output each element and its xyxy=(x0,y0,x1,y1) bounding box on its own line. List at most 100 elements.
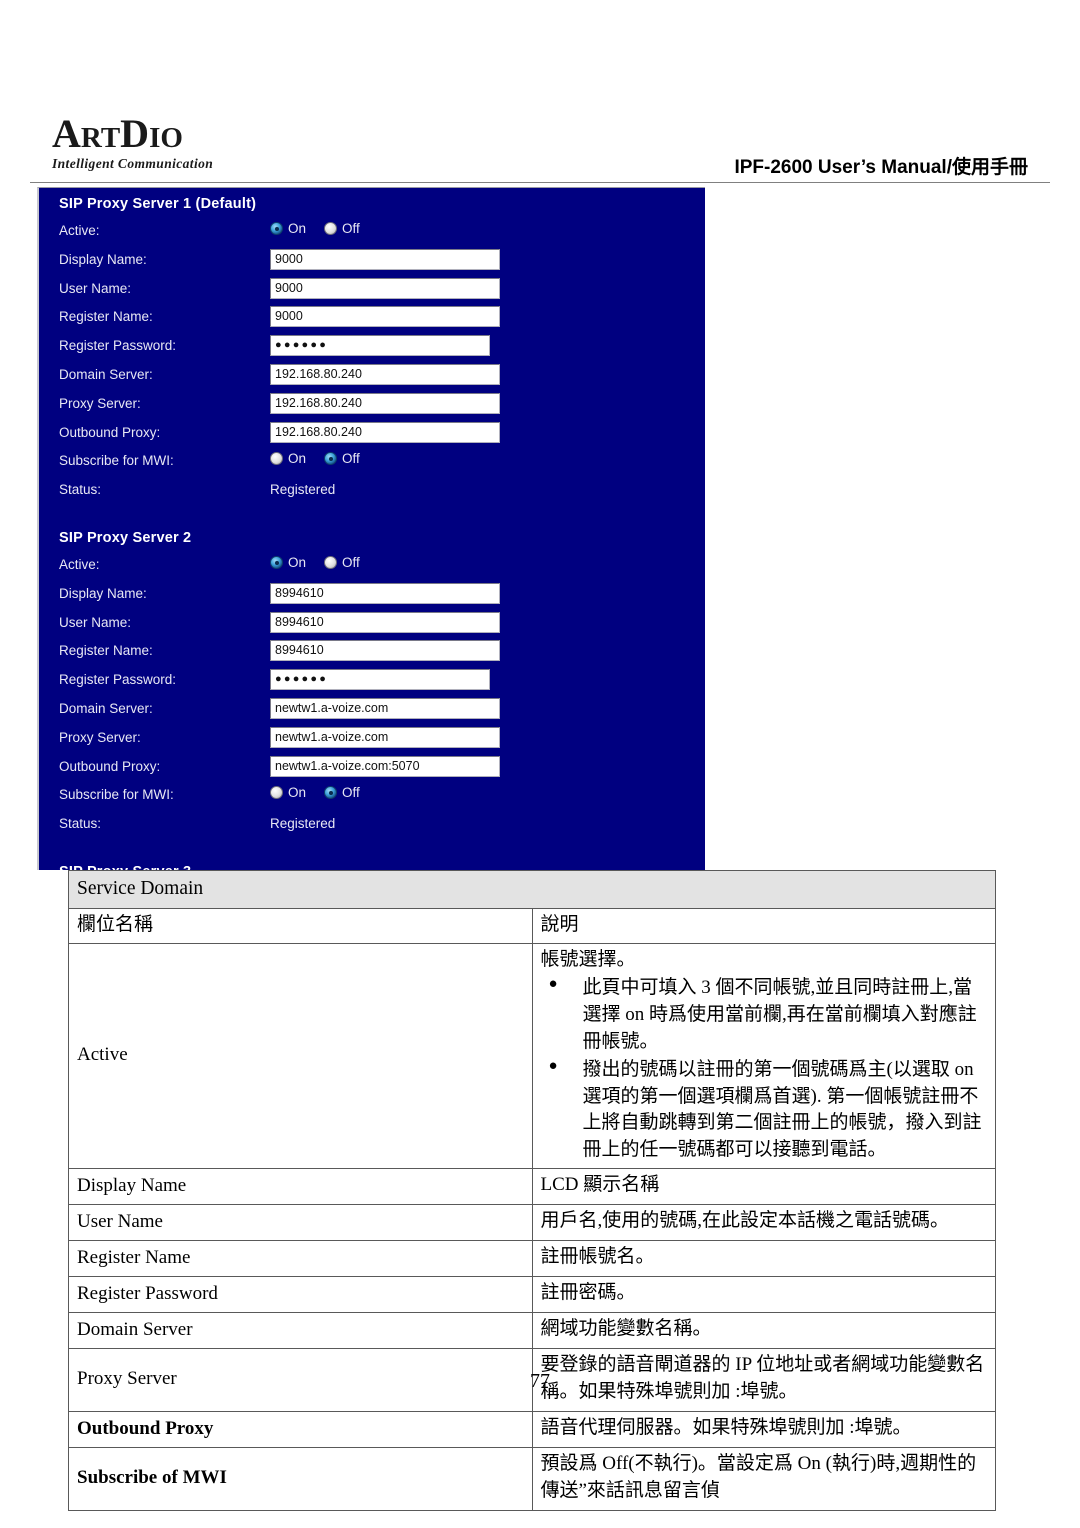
form-row: Proxy Server: 192.168.80.240 xyxy=(59,392,699,422)
radio-option-off[interactable]: Off xyxy=(324,451,360,466)
field-description-cell: 註冊密碼。 xyxy=(531,1276,996,1314)
radio-group: On Off xyxy=(270,451,378,466)
form-row: Subscribe for MWI: On Off xyxy=(59,450,699,479)
description-text: 語音代理伺服器。如果特殊埠號則加 :埠號。 xyxy=(540,1417,912,1439)
radio-button-icon[interactable] xyxy=(270,786,283,800)
form-row: Outbound Proxy: newtw1.a-voize.com:5070 xyxy=(59,755,699,785)
text-input[interactable]: 8994610 xyxy=(270,640,500,662)
field-name-cell: Outbound Proxy xyxy=(68,1411,533,1449)
radio-button-icon[interactable] xyxy=(324,222,338,235)
section-title-2: SIP Proxy Server 2 xyxy=(59,530,192,546)
description-text: LCD 顯示名稱 xyxy=(540,1174,660,1196)
manual-title: IPF-2600 User’s Manual/使用手冊 xyxy=(734,157,1028,178)
field-name-cell: Display Name xyxy=(68,1168,533,1206)
form-row: Active: On Off xyxy=(59,220,699,249)
field-label: Status: xyxy=(59,816,102,832)
text-input[interactable]: 9000 xyxy=(270,248,500,270)
table-caption-row: Service Domain xyxy=(68,870,996,909)
logo-letters-io: IO xyxy=(149,122,183,154)
radio-option-label: On xyxy=(288,221,307,236)
description-text: 用戶名,使用的號碼,在此設定本話機之電話號碼。 xyxy=(540,1210,950,1232)
sip-config-panel: SIP Proxy Server 1 (Default) Active: On Off… xyxy=(39,188,705,870)
radio-button-icon[interactable] xyxy=(324,556,338,569)
service-domain-description-table: Service Domain欄位名稱說明Active帳號選擇。此頁中可填入 3 … xyxy=(68,870,996,1512)
column-header-description: 說明 xyxy=(531,907,996,944)
field-label: Proxy Server: xyxy=(59,395,141,411)
table-row: Register Password 註冊密碼。 xyxy=(68,1276,996,1314)
radio-button-icon[interactable] xyxy=(324,452,338,466)
radio-option-on[interactable]: On xyxy=(270,555,306,570)
text-input[interactable]: newtw1.a-voize.com:5070 xyxy=(270,755,500,777)
table-header-row: 欄位名稱 說明 xyxy=(68,907,996,944)
field-label: Active: xyxy=(59,223,100,238)
text-input[interactable]: 192.168.80.240 xyxy=(270,421,500,443)
radio-option-off[interactable]: Off xyxy=(324,785,360,800)
text-input[interactable]: 192.168.80.240 xyxy=(270,364,500,385)
status-value: Registered xyxy=(270,482,336,498)
field-label: Display Name: xyxy=(59,251,147,267)
form-row: Register Password: ●●●●●● xyxy=(59,335,699,364)
text-input[interactable]: newtw1.a-voize.com xyxy=(270,726,500,748)
field-label: User Name: xyxy=(59,614,132,630)
field-description-cell: 網域功能變數名稱。 xyxy=(531,1312,996,1350)
field-label: Register Password: xyxy=(59,672,177,688)
page-number: 77 xyxy=(530,1370,550,1392)
field-description-cell: 用戶名,使用的號碼,在此設定本話機之電話號碼。 xyxy=(531,1204,996,1242)
field-label: Subscribe for MWI: xyxy=(59,453,174,469)
text-input[interactable]: 8994610 xyxy=(270,582,500,604)
description-text: 註冊帳號名。 xyxy=(540,1246,655,1268)
form-row: Register Name: 9000 xyxy=(59,306,699,335)
text-input[interactable]: 8994610 xyxy=(270,611,500,633)
field-label: Subscribe for MWI: xyxy=(59,787,174,803)
form-row: Display Name: 8994610 xyxy=(59,582,699,612)
radio-option-label: Off xyxy=(342,221,360,236)
radio-option-off[interactable]: Off xyxy=(324,555,360,570)
sip-proxy-settings-screenshot: SIP Proxy Server 1 (Default) Active: On Off… xyxy=(37,187,705,870)
form-row: Subscribe for MWI: On Off xyxy=(59,784,699,813)
text-input[interactable]: 9000 xyxy=(270,306,500,328)
form-row: User Name: 9000 xyxy=(59,277,699,307)
table-row: Outbound Proxy 語音代理伺服器。如果特殊埠號則加 :埠號。 xyxy=(68,1411,996,1449)
form-row: Status: Registered xyxy=(59,479,699,508)
field-name-cell: Subscribe of MWI xyxy=(68,1447,533,1512)
table-row: Subscribe of MWI 預設爲 Off(不執行)。當設定爲 On (執行… xyxy=(68,1447,996,1512)
radio-button-icon[interactable] xyxy=(324,786,338,800)
field-description-cell: LCD 顯示名稱 xyxy=(531,1168,996,1206)
password-input[interactable]: ●●●●●● xyxy=(270,335,490,357)
radio-button-icon[interactable] xyxy=(270,556,283,569)
text-input[interactable]: 192.168.80.240 xyxy=(270,392,500,414)
field-name-cell: User Name xyxy=(68,1204,533,1242)
form-row: Register Name: 8994610 xyxy=(59,640,699,669)
field-label: Domain Server: xyxy=(59,367,153,382)
field-label: Active: xyxy=(59,557,100,572)
radio-group: On Off xyxy=(270,221,378,236)
text-input[interactable]: newtw1.a-voize.com xyxy=(270,698,500,719)
radio-option-off[interactable]: Off xyxy=(324,221,360,236)
radio-option-on[interactable]: On xyxy=(270,451,306,466)
text-input[interactable]: 9000 xyxy=(270,277,500,299)
radio-button-icon[interactable] xyxy=(270,452,283,466)
radio-option-label: On xyxy=(288,785,307,801)
password-input[interactable]: ●●●●●● xyxy=(270,669,490,691)
header-divider xyxy=(30,182,1050,183)
form-row: Status: Registered xyxy=(59,813,699,842)
radio-button-icon[interactable] xyxy=(270,222,283,235)
logo-tagline: Intelligent Communication xyxy=(52,156,214,171)
column-header-field: 欄位名稱 xyxy=(68,907,533,944)
field-description-cell: 帳號選擇。此頁中可填入 3 個不同帳號,並且同時註冊上,當選擇 on 時爲使用當… xyxy=(531,942,996,1170)
logo-letters-rt: RT xyxy=(80,122,121,154)
table-caption: Service Domain xyxy=(68,870,996,909)
description-text: 網域功能變數名稱。 xyxy=(540,1318,712,1340)
artdio-logo: ARTDIO Intelligent Communication xyxy=(52,114,213,172)
field-name-cell: Register Password xyxy=(68,1276,533,1314)
description-text: 預設爲 Off(不執行)。當設定爲 On (執行)時,週期性的傳送”來話訊息留言… xyxy=(540,1453,977,1502)
radio-option-on[interactable]: On xyxy=(270,785,306,800)
field-label: Register Name: xyxy=(59,643,153,659)
radio-option-on[interactable]: On xyxy=(270,221,306,236)
description-text: 帳號選擇。 xyxy=(540,948,636,970)
table-row: Active帳號選擇。此頁中可填入 3 個不同帳號,並且同時註冊上,當選擇 on… xyxy=(68,942,996,1170)
field-label: Proxy Server: xyxy=(59,729,141,745)
table-row: Register Name 註冊帳號名。 xyxy=(68,1240,996,1278)
field-label: Outbound Proxy: xyxy=(59,424,161,440)
form-row: Outbound Proxy: 192.168.80.240 xyxy=(59,421,699,451)
